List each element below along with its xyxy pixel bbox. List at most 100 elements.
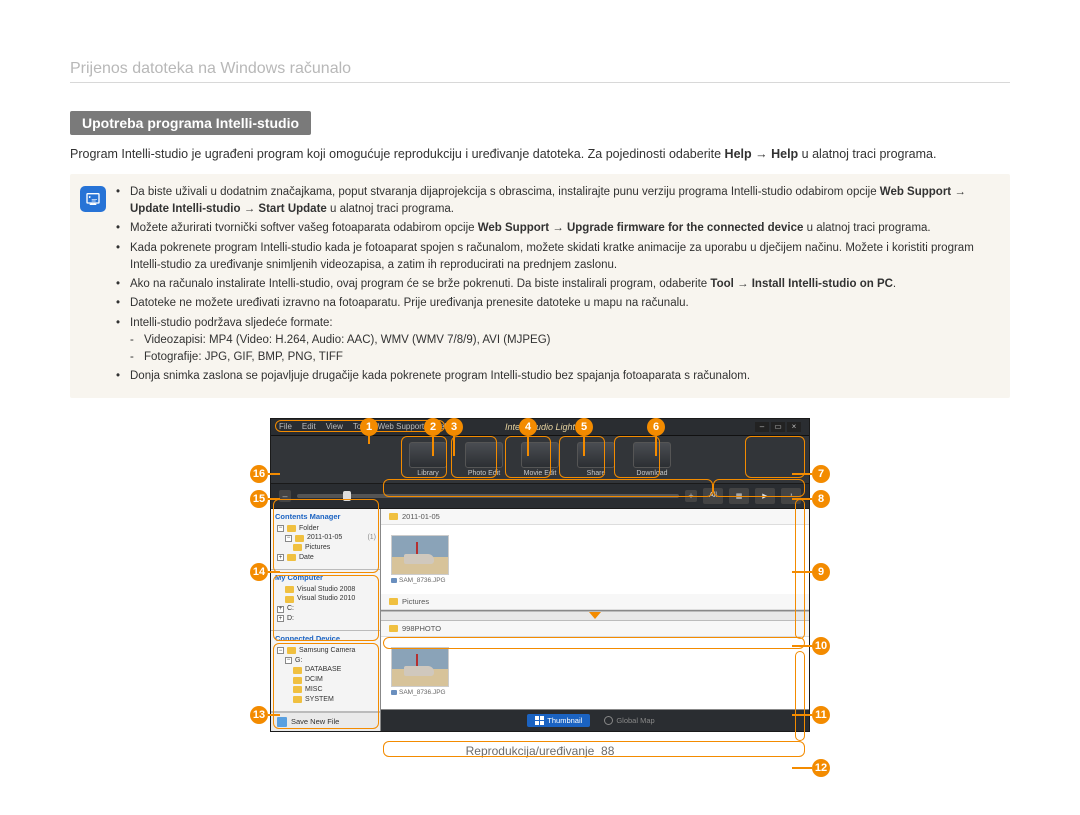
folder-icon	[285, 586, 294, 593]
thumbnail-image	[391, 647, 449, 687]
thumbnail-view-button[interactable]: Thumbnail	[527, 714, 590, 727]
thumbnail-item[interactable]: SAM_8736.JPG	[391, 647, 449, 696]
footer-page: 88	[601, 744, 614, 758]
toolbar: Library Photo Edit Movie Edit Share Down…	[271, 436, 809, 484]
connected-device-panel: Connected Device −Samsung Camera −G: DAT…	[271, 631, 380, 712]
menu-view[interactable]: View	[326, 422, 343, 432]
filter-video-icon[interactable]: ▶	[755, 488, 775, 504]
date-node[interactable]: Date	[299, 553, 314, 563]
folder-icon	[287, 554, 296, 561]
section-heading: Upotreba programa Intelli-studio	[70, 111, 311, 135]
main-pane: 2011-01-05 SAM_8736.JPG Pictures 998PHOT…	[381, 509, 809, 731]
page-footer: Reprodukcija/uređivanje 88	[70, 744, 1010, 758]
callout-16: 16	[250, 465, 268, 483]
date-folder-count: (1)	[367, 533, 376, 543]
folder-icon	[389, 598, 398, 605]
my-computer-panel: My Computer Visual Studio 2008 Visual St…	[271, 570, 380, 631]
section-device-folder: 998PHOTO	[402, 624, 441, 633]
intro-text: Program Intelli-studio je ugrađeni progr…	[70, 145, 1010, 164]
database-folder[interactable]: DATABASE	[305, 665, 341, 675]
save-new-file-button[interactable]: Save New File	[271, 712, 380, 731]
callout-13: 13	[250, 706, 268, 724]
callout-5: 5	[575, 418, 593, 436]
system-folder[interactable]: SYSTEM	[305, 695, 334, 705]
section-date: 2011-01-05	[402, 512, 440, 521]
expand-icon[interactable]: +	[277, 554, 284, 561]
toolbar-library[interactable]: Library	[403, 442, 453, 477]
note-item: Da biste uživali u dodatnim značajkama, …	[116, 184, 998, 219]
toolbar-share[interactable]: Share	[571, 442, 621, 477]
grid-icon	[535, 716, 544, 725]
vs2010-folder[interactable]: Visual Studio 2010	[297, 594, 355, 604]
callout-2: 2	[424, 418, 442, 436]
folder-icon	[293, 696, 302, 703]
d-drive[interactable]: D:	[287, 614, 294, 624]
expand-icon[interactable]: −	[277, 525, 284, 532]
date-folder[interactable]: 2011-01-05	[307, 533, 342, 543]
menu-websupport[interactable]: Web Support	[378, 422, 425, 432]
thumbnail-item[interactable]: SAM_8736.JPG	[391, 535, 449, 584]
folder-icon	[295, 535, 304, 542]
section-pictures: Pictures	[402, 597, 429, 606]
callout-7: 7	[812, 465, 830, 483]
zoom-in-button[interactable]: +	[685, 490, 697, 502]
note-box: Da biste uživali u dodatnim značajkama, …	[70, 174, 1010, 398]
folder-icon	[293, 677, 302, 684]
expand-icon[interactable]: −	[277, 647, 284, 654]
filter-audio-icon[interactable]: ♪	[781, 488, 801, 504]
thumbnail-filename: SAM_8736.JPG	[391, 687, 449, 696]
zoom-slider[interactable]	[297, 494, 679, 498]
bottom-bar: Thumbnail Global Map	[381, 710, 809, 731]
menu-file[interactable]: File	[279, 422, 292, 432]
c-drive[interactable]: C:	[287, 604, 294, 614]
expand-icon[interactable]: +	[277, 615, 284, 622]
callout-15: 15	[250, 490, 268, 508]
thumbnail-view-label: Thumbnail	[547, 716, 582, 725]
callout-1: 1	[360, 418, 378, 436]
filter-photo-icon[interactable]: ▦	[729, 488, 749, 504]
toolbar-movie-edit[interactable]: Movie Edit	[515, 442, 565, 477]
connected-device-title: Connected Device	[275, 634, 376, 643]
callout-12: 12	[812, 759, 830, 777]
toolbar-download[interactable]: Download	[627, 442, 677, 477]
folder-icon	[293, 544, 302, 551]
annotated-screenshot: 1 2 3 4 5 6 7 8 9 10 11 12 13 14 15 16	[250, 418, 830, 732]
folder-icon	[287, 647, 296, 654]
thumbnail-filename: SAM_8736.JPG	[391, 575, 449, 584]
callout-4: 4	[519, 418, 537, 436]
camera-node[interactable]: Samsung Camera	[299, 646, 355, 656]
misc-folder[interactable]: MISC	[305, 685, 323, 695]
toolbar-photo-edit[interactable]: Photo Edit	[459, 442, 509, 477]
callout-11: 11	[812, 706, 830, 724]
callout-8: 8	[812, 490, 830, 508]
zoom-out-button[interactable]: –	[279, 490, 291, 502]
filter-all[interactable]: All	[703, 488, 723, 504]
callout-10: 10	[812, 637, 830, 655]
minimize-button[interactable]: –	[755, 422, 769, 432]
callout-3: 3	[445, 418, 463, 436]
folder-icon	[285, 596, 294, 603]
contents-manager-panel: Contents Manager −Folder −2011-01-05 (1)…	[271, 509, 380, 570]
close-button[interactable]: ×	[787, 422, 801, 432]
dcim-folder[interactable]: DCIM	[305, 675, 323, 685]
global-map-button[interactable]: Global Map	[596, 714, 662, 727]
maximize-button[interactable]: ▭	[771, 422, 785, 432]
folder-icon	[293, 686, 302, 693]
folder-icon	[389, 625, 398, 632]
pictures-folder[interactable]: Pictures	[305, 543, 330, 553]
globe-icon	[604, 716, 613, 725]
expand-icon[interactable]: −	[285, 535, 292, 542]
g-drive[interactable]: G:	[295, 656, 302, 666]
menubar: Intelli-studio Light File Edit View Tool…	[271, 419, 809, 436]
pane-divider[interactable]	[381, 611, 809, 621]
disk-icon	[277, 717, 287, 727]
expand-icon[interactable]: −	[285, 657, 292, 664]
vs2008-folder[interactable]: Visual Studio 2008	[297, 585, 355, 595]
callout-9: 9	[812, 563, 830, 581]
expand-icon[interactable]: +	[277, 606, 284, 613]
breadcrumb: Prijenos datoteka na Windows računalo	[70, 60, 1010, 83]
menu-edit[interactable]: Edit	[302, 422, 316, 432]
contents-manager-title: Contents Manager	[275, 512, 376, 521]
note-item: Možete ažurirati tvornički softver vašeg…	[116, 220, 998, 237]
folder-root[interactable]: Folder	[299, 524, 319, 534]
